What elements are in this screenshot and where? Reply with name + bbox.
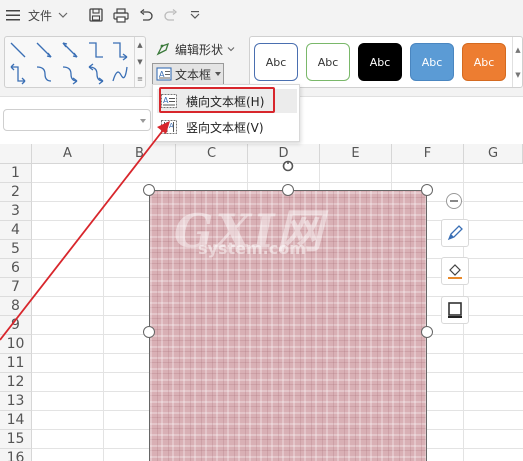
style-preset-3[interactable]: Abc xyxy=(358,43,402,81)
chevron-down-icon xyxy=(58,12,68,18)
undo-button[interactable] xyxy=(138,5,154,25)
file-menu-label: 文件 xyxy=(28,8,53,23)
column-header-f[interactable]: F xyxy=(392,144,464,164)
fill-icon xyxy=(448,264,462,279)
textbox-icon: A xyxy=(156,67,172,81)
selected-shape[interactable] xyxy=(149,190,427,461)
rotate-handle-icon[interactable] xyxy=(282,160,294,172)
style-preset-4[interactable]: Abc xyxy=(410,43,454,81)
style-gallery-scroll[interactable]: ▲ ▼ xyxy=(512,37,523,87)
redo-icon xyxy=(164,9,178,21)
edit-shape-button[interactable]: 编辑形状 xyxy=(156,39,235,59)
column-header-a[interactable]: A xyxy=(32,144,104,164)
shape-style-gallery: Abc Abc Abc Abc Abc ▲ ▼ xyxy=(249,36,523,88)
edit-shape-icon xyxy=(156,42,170,56)
name-box[interactable] xyxy=(3,109,151,131)
row-header[interactable]: 10 xyxy=(0,335,32,354)
textbox-label: 文本框 xyxy=(175,67,212,82)
row-header[interactable]: 4 xyxy=(0,221,32,240)
scroll-up-icon[interactable]: ▲ xyxy=(137,41,142,49)
resize-handle-top-left[interactable] xyxy=(143,184,155,196)
highlight-annotation-box xyxy=(159,87,275,113)
row-header[interactable]: 2 xyxy=(0,183,32,202)
menu-item-label: 竖向文本框(V) xyxy=(186,120,264,135)
file-menu[interactable]: 文件 xyxy=(6,5,76,25)
row-header[interactable]: 15 xyxy=(0,430,32,449)
scroll-down-icon[interactable]: ▼ xyxy=(137,58,142,66)
style-preset-5[interactable]: Abc xyxy=(462,43,506,81)
select-all-corner[interactable] xyxy=(0,144,32,164)
row-header[interactable]: 6 xyxy=(0,259,32,278)
style-preset-2[interactable]: Abc xyxy=(306,43,350,81)
scroll-down-icon[interactable]: ▼ xyxy=(515,71,520,79)
outline-icon xyxy=(448,302,462,318)
column-header-g[interactable]: G xyxy=(464,144,523,164)
chevron-down-icon xyxy=(227,47,235,52)
save-button[interactable] xyxy=(87,5,105,25)
menu-bar: 文件 xyxy=(0,0,523,30)
menu-item-vertical-textbox[interactable]: A 竖向文本框(V) xyxy=(157,115,297,139)
print-icon xyxy=(113,7,129,23)
print-button[interactable] xyxy=(111,5,131,25)
row-header[interactable]: 7 xyxy=(0,278,32,297)
resize-handle-right[interactable] xyxy=(421,326,433,338)
resize-handle-left[interactable] xyxy=(143,326,155,338)
pen-style-button[interactable] xyxy=(441,219,469,247)
pen-style-icon xyxy=(447,225,463,241)
gallery-scroll[interactable]: ▲ ▼ ≡ xyxy=(134,37,145,87)
name-box-dropdown-icon[interactable] xyxy=(140,119,146,123)
row-header[interactable]: 13 xyxy=(0,392,32,411)
scroll-up-icon[interactable]: ▲ xyxy=(515,46,520,54)
undo-icon xyxy=(139,9,153,21)
row-header[interactable]: 11 xyxy=(0,354,32,373)
style-preset-1[interactable]: Abc xyxy=(254,43,298,81)
row-header[interactable]: 9 xyxy=(0,316,32,335)
row-header[interactable]: 3 xyxy=(0,202,32,221)
resize-handle-top[interactable] xyxy=(282,184,294,196)
more-dropdown-icon xyxy=(190,11,200,19)
row-header[interactable]: 1 xyxy=(0,164,32,183)
textbox-button[interactable]: A 文本框 xyxy=(152,63,224,85)
row-header[interactable]: 14 xyxy=(0,411,32,430)
edit-shape-label: 编辑形状 xyxy=(175,42,224,57)
row-header[interactable]: 12 xyxy=(0,373,32,392)
resize-handle-top-right[interactable] xyxy=(421,184,433,196)
quick-access-more[interactable] xyxy=(188,5,202,25)
collapse-icon[interactable] xyxy=(446,193,462,209)
outline-button[interactable] xyxy=(441,296,469,324)
row-header[interactable]: 8 xyxy=(0,297,32,316)
vertical-textbox-icon: A xyxy=(161,120,177,134)
line-shape-gallery: ▲ ▼ ≡ xyxy=(4,36,146,88)
row-header[interactable]: 16 xyxy=(0,449,32,461)
fill-button[interactable] xyxy=(441,257,469,285)
save-icon xyxy=(89,8,103,22)
redo-button[interactable] xyxy=(163,5,179,25)
column-header-e[interactable]: E xyxy=(320,144,392,164)
textbox-dropdown-arrow[interactable] xyxy=(215,72,221,76)
gallery-expand-icon[interactable]: ≡ xyxy=(137,75,143,83)
hamburger-icon xyxy=(6,10,20,21)
column-header-b[interactable]: B xyxy=(104,144,176,164)
row-header[interactable]: 5 xyxy=(0,240,32,259)
column-header-c[interactable]: C xyxy=(176,144,248,164)
line-shapes-icon[interactable] xyxy=(5,37,135,87)
